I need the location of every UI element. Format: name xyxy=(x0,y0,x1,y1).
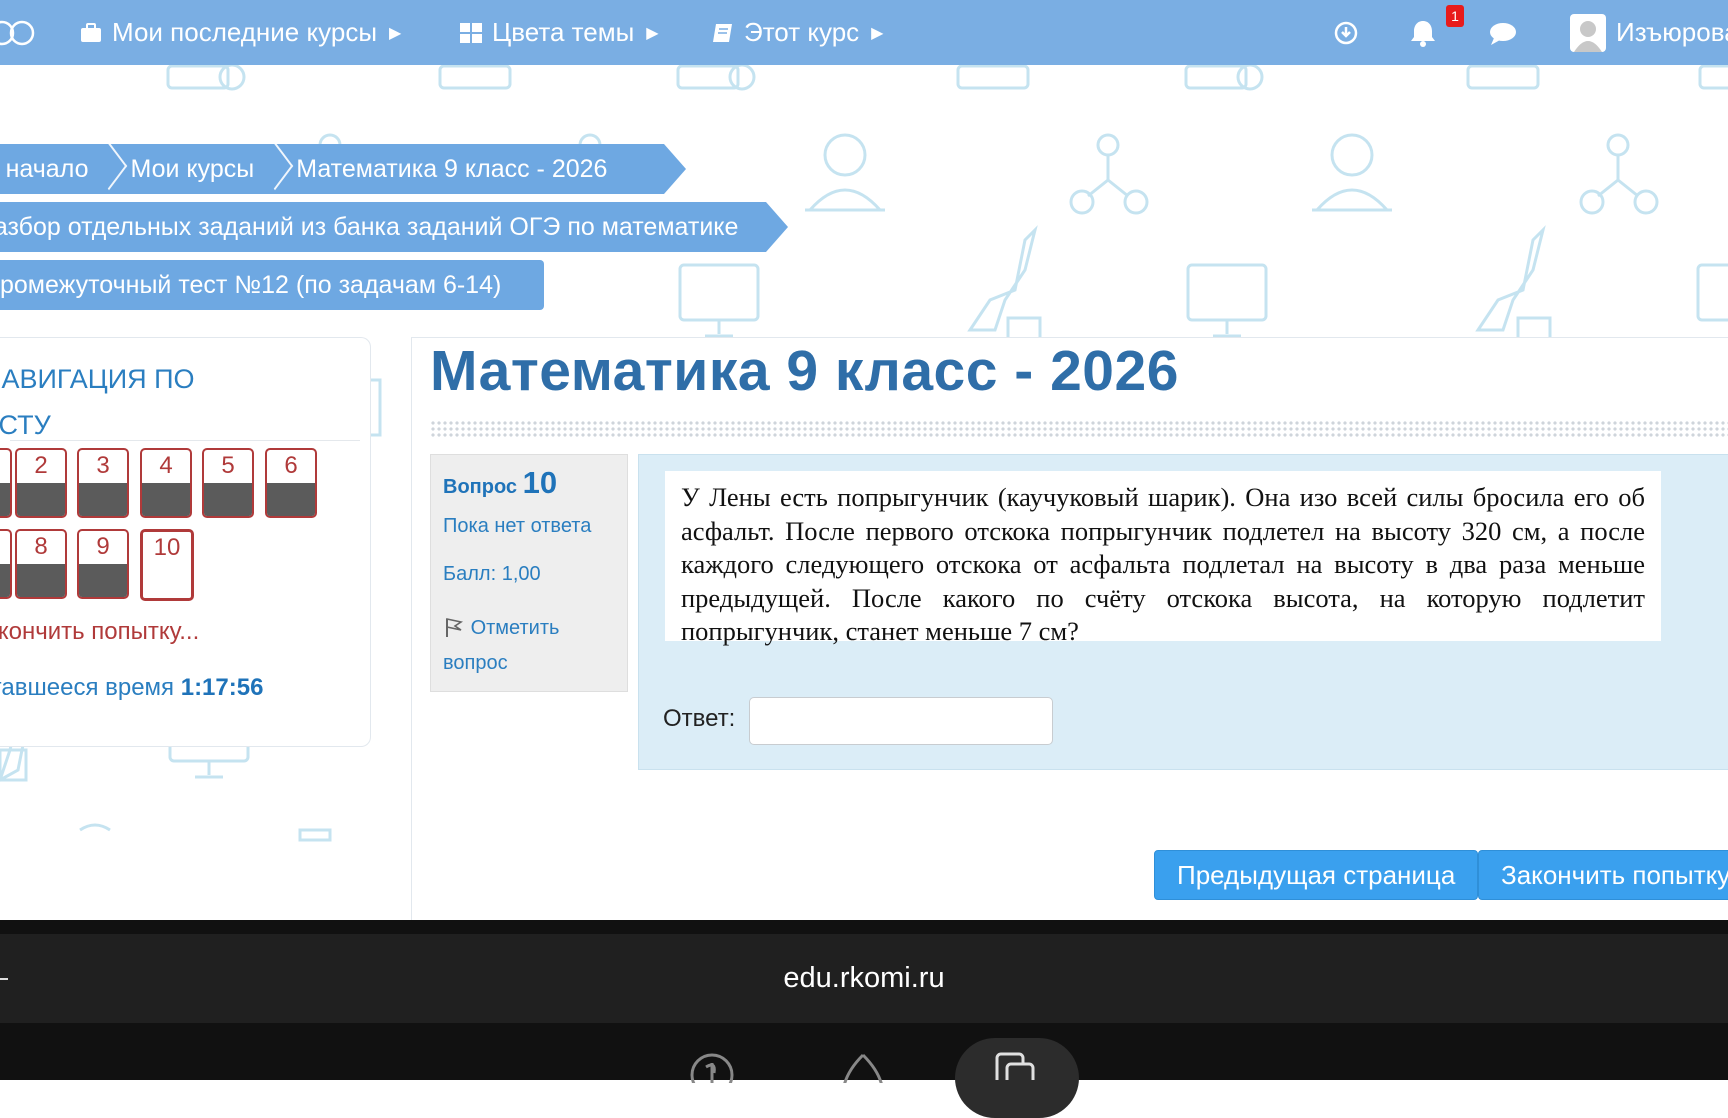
breadcrumb-activity-bar: Промежуточный тест №12 (по задачам 6-14) xyxy=(0,260,544,310)
download-icon xyxy=(1334,21,1358,44)
my-courses-menu[interactable]: Мои последние курсы ▶ xyxy=(80,0,401,65)
breadcrumb-home[interactable]: В начало xyxy=(0,155,88,184)
breadcrumb-section[interactable]: Разбор отдельных заданий из банка задани… xyxy=(0,213,738,242)
question-state: Пока нет ответа xyxy=(443,515,592,537)
this-course-label: Этот курс xyxy=(744,17,860,47)
alice-assistant-icon[interactable] xyxy=(840,1053,886,1083)
browser-address-bar: edu.rkomi.ru xyxy=(0,920,1728,1023)
caret-right-icon: ▶ xyxy=(389,24,402,42)
breadcrumb-my-courses[interactable]: Мои курсы xyxy=(130,155,254,184)
user-menu[interactable]: Изъюрова xyxy=(1570,0,1728,65)
top-navbar: Мои последние курсы ▶ Цвета темы ▶ Этот … xyxy=(0,0,1728,65)
quiz-nav-title-line1: НАВИГАЦИЯ ПО xyxy=(0,364,195,394)
time-remaining-label: Оставшееся время xyxy=(0,674,175,701)
chevron-right-icon xyxy=(92,144,118,194)
finish-attempt-button[interactable]: Закончить попытку xyxy=(1478,850,1728,900)
quiz-nav-button-10-current[interactable]: 10 xyxy=(140,529,194,601)
quiz-nav-title: НАВИГАЦИЯ ПО ТЕСТУ xyxy=(0,356,342,448)
caret-right-icon: ▶ xyxy=(871,24,884,42)
bell-icon xyxy=(1411,20,1435,47)
user-name: Изъюрова xyxy=(1616,17,1728,47)
previous-page-button[interactable]: Предыдущая страница xyxy=(1154,850,1479,900)
breadcrumb: В начало Мои курсы Математика 9 класс - … xyxy=(0,144,686,194)
browser-logo-icon[interactable] xyxy=(690,1053,734,1083)
quiz-nav-button-8[interactable]: 8 xyxy=(15,529,67,599)
my-courses-label: Мои последние курсы xyxy=(112,17,378,47)
question-grade: Балл: 1,00 xyxy=(443,563,541,585)
flag-question-link[interactable]: Отметить вопрос xyxy=(443,611,623,681)
this-course-menu[interactable]: Этот курс ▶ xyxy=(712,0,883,65)
avatar xyxy=(1570,13,1606,52)
url-text[interactable]: edu.rkomi.ru xyxy=(0,962,1728,995)
messages-button[interactable] xyxy=(1488,0,1518,65)
notification-count-badge: 1 xyxy=(1446,5,1464,27)
quiz-nav-button-6[interactable]: 6 xyxy=(265,448,317,518)
question-content: У Лены есть попрыгунчик (каучуковый шари… xyxy=(638,454,1728,770)
tabs-button[interactable] xyxy=(955,1038,1079,1118)
theme-colors-label: Цвета темы xyxy=(492,17,635,47)
time-remaining-value: 1:17:56 xyxy=(180,674,264,701)
quiz-nav-title-line2: ТЕСТУ xyxy=(0,410,51,440)
tabs-icon xyxy=(995,1052,1035,1080)
flag-icon xyxy=(446,618,464,637)
quiz-nav-button-5[interactable]: 5 xyxy=(202,448,254,518)
chevron-right-icon xyxy=(258,144,284,194)
grid-icon xyxy=(460,22,482,43)
question-number-value: 10 xyxy=(522,465,558,500)
question-number-label: Вопрос xyxy=(443,476,518,498)
question-number: Вопрос 10 xyxy=(443,465,557,501)
user-icon xyxy=(1574,20,1602,52)
divider xyxy=(10,440,360,441)
page-title: Математика 9 класс - 2026 xyxy=(430,339,1179,403)
quiz-nav-button-3[interactable]: 3 xyxy=(77,448,129,518)
answer-input[interactable] xyxy=(749,697,1053,745)
quiz-nav-button-9[interactable]: 9 xyxy=(77,529,129,599)
answer-label: Ответ: xyxy=(663,705,736,732)
quiz-nav-button-2[interactable]: 2 xyxy=(15,448,67,518)
time-remaining: Оставшееся время 1:17:56 xyxy=(0,674,263,702)
quiz-nav-button-1[interactable] xyxy=(0,448,12,518)
caret-right-icon: ▶ xyxy=(646,24,659,42)
dotted-divider xyxy=(430,420,1728,438)
browser-bottom-bar xyxy=(0,1023,1728,1118)
breadcrumb-activity[interactable]: Промежуточный тест №12 (по задачам 6-14) xyxy=(0,271,501,300)
theme-colors-menu[interactable]: Цвета темы ▶ xyxy=(460,0,659,65)
breadcrumb-section-bar: Разбор отдельных заданий из банка задани… xyxy=(0,202,788,252)
logo[interactable] xyxy=(0,0,36,65)
breadcrumb-course[interactable]: Математика 9 класс - 2026 xyxy=(296,155,607,184)
notifications-button[interactable] xyxy=(1408,0,1438,65)
chat-icon xyxy=(1490,22,1516,45)
question-info: Вопрос 10 Пока нет ответа Балл: 1,00 Отм… xyxy=(430,454,628,692)
finish-attempt-link[interactable]: Закончить попытку... xyxy=(0,618,199,646)
question-text: У Лены есть попрыгунчик (каучуковый шари… xyxy=(665,471,1661,646)
quiz-nav-button-4[interactable]: 4 xyxy=(140,448,192,518)
download-button[interactable] xyxy=(1334,0,1358,65)
book-icon xyxy=(713,23,732,42)
quiz-nav-button-7[interactable] xyxy=(0,529,12,599)
quiz-navigation-block: НАВИГАЦИЯ ПО ТЕСТУ 2 3 4 5 6 8 9 10 Зако… xyxy=(0,337,371,747)
briefcase-icon xyxy=(81,22,101,42)
